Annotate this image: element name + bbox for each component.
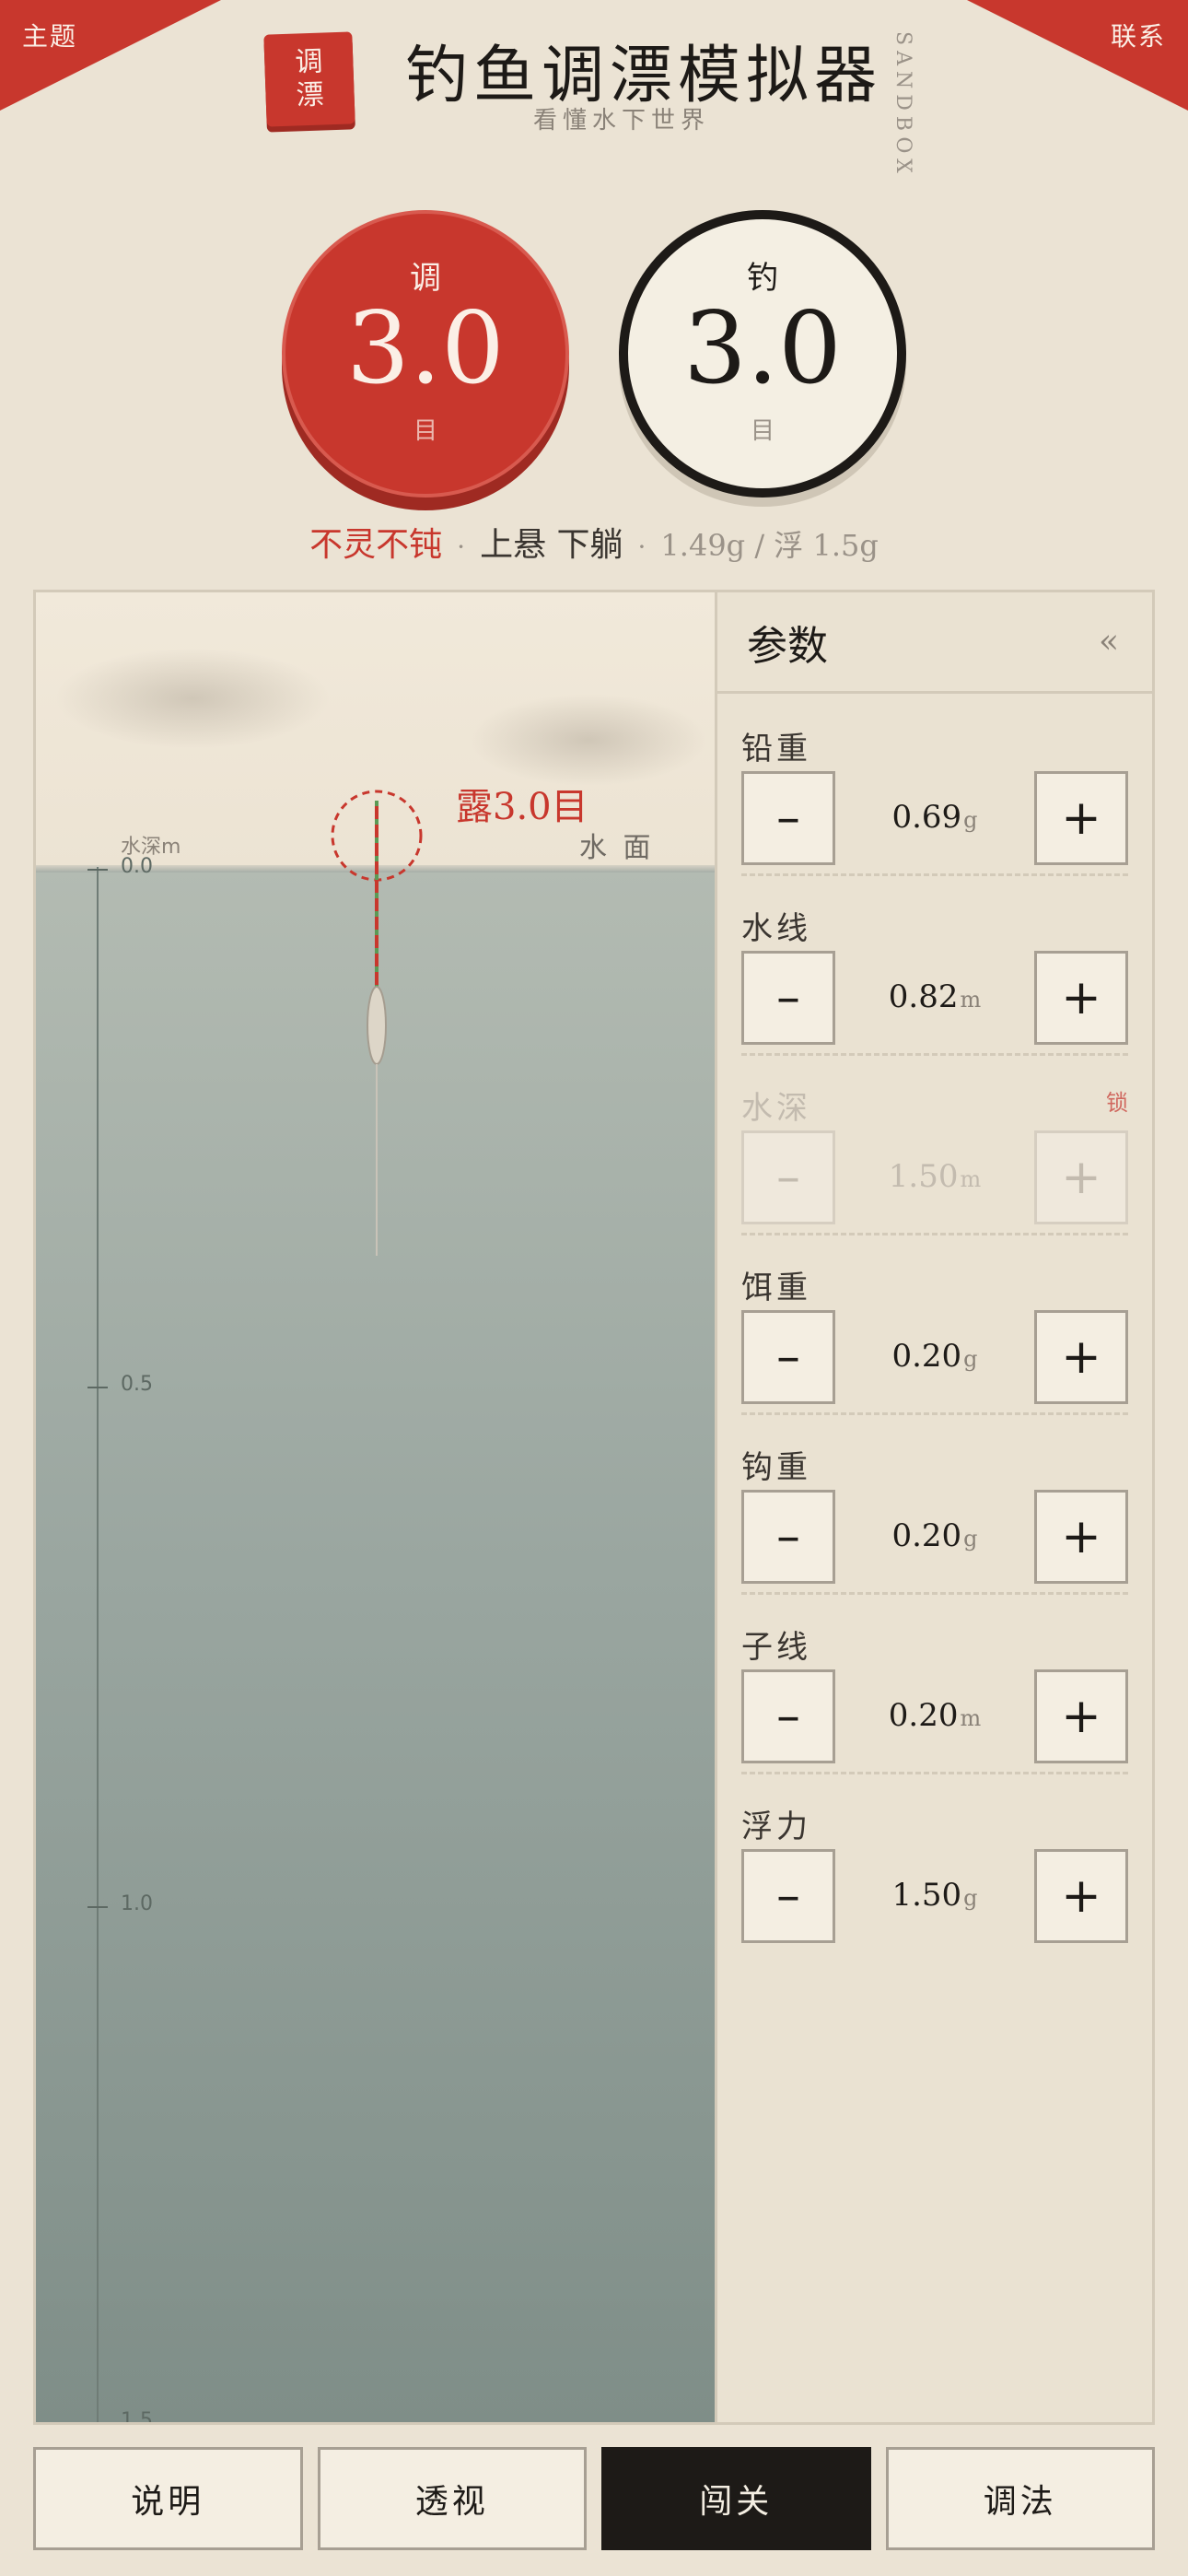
increase-button: + [1034, 1130, 1128, 1224]
param-unit: g [963, 1885, 978, 1911]
param-label: 水深 [741, 1090, 811, 1127]
status-line: 不灵不钝 · 上悬 下躺 · 1.49g / 浮 1.5g [0, 518, 1188, 566]
theme-corner-button[interactable]: 主题 [0, 0, 221, 111]
increase-button[interactable]: + [1034, 1669, 1128, 1763]
increase-button[interactable]: + [1034, 951, 1128, 1045]
seal-char-top: 调 [294, 45, 323, 79]
tune-dial-unit: 目 [413, 417, 437, 445]
param-value: 1.50m [835, 1158, 1034, 1195]
separator-dot: · [457, 532, 466, 562]
float-drawing [331, 790, 423, 1256]
param-label: 水线 [741, 910, 811, 947]
weight-summary: 1.49g / 浮 1.5g [660, 528, 879, 563]
sensitivity-status: 不灵不钝 [309, 526, 443, 564]
contact-label: 联系 [1110, 21, 1166, 52]
increase-button[interactable]: + [1034, 1310, 1128, 1404]
decrease-button[interactable]: – [741, 1849, 835, 1943]
param-value: 0.20m [835, 1697, 1034, 1734]
param-unit: g [963, 807, 978, 833]
param-buoyancy: 浮力 – 1.50g + [741, 1774, 1128, 1954]
main-board: 水深m 0.0 0.5 1.0 1.5 露3.0目 水 面 参数 « 铅重 – … [33, 590, 1155, 2425]
lock-badge[interactable]: 锁 [1106, 1084, 1128, 1117]
params-title: 参数 [747, 622, 828, 670]
fish-dial-value: 3.0 [683, 291, 842, 406]
collapse-panel-icon[interactable]: « [1099, 623, 1119, 661]
decrease-button[interactable]: – [741, 771, 835, 865]
param-number: 1.50 [888, 1158, 959, 1195]
app-subtitle: 看懂水下世界 [532, 107, 710, 135]
params-header: 参数 « [717, 592, 1152, 694]
param-unit: m [960, 987, 982, 1013]
tab-perspective[interactable]: 透视 [317, 2447, 587, 2550]
param-label: 铅重 [741, 731, 811, 767]
water-simulator[interactable]: 水深m 0.0 0.5 1.0 1.5 露3.0目 水 面 [36, 592, 717, 2422]
decrease-button[interactable]: – [741, 951, 835, 1045]
tune-dial-value: 3.0 [346, 291, 505, 406]
param-value: 1.50g [835, 1877, 1034, 1914]
param-leader-line: 子线 – 0.20m + [741, 1594, 1128, 1774]
param-unit: g [963, 1526, 978, 1551]
param-lead-weight: 铅重 – 0.69g + [741, 696, 1128, 876]
tab-tuning-method[interactable]: 调法 [885, 2447, 1155, 2550]
param-value: 0.82m [835, 978, 1034, 1015]
float-body [367, 986, 387, 1065]
param-label: 子线 [741, 1629, 811, 1666]
increase-button[interactable]: + [1034, 1490, 1128, 1584]
param-label: 饵重 [741, 1270, 811, 1306]
bottom-tab-bar: 说明 透视 闯关 调法 [33, 2447, 1155, 2550]
param-number: 0.20 [888, 1697, 959, 1734]
param-value: 0.20g [835, 1338, 1034, 1375]
param-unit: m [960, 1166, 982, 1192]
param-water-depth: 水深 锁 – 1.50m + [741, 1055, 1128, 1235]
param-label: 浮力 [741, 1809, 811, 1845]
param-number: 0.20 [891, 1517, 962, 1554]
fish-dial-unit: 目 [750, 417, 775, 445]
tab-challenge[interactable]: 闯关 [601, 2447, 871, 2550]
fish-dial: 钓 3.0 目 [619, 210, 906, 498]
param-label: 钩重 [741, 1449, 811, 1486]
param-unit: m [960, 1705, 982, 1731]
param-number: 0.82 [888, 978, 959, 1015]
contact-corner-button[interactable]: 联系 [967, 0, 1188, 111]
param-number: 1.50 [891, 1877, 962, 1914]
float-state: 上悬 下躺 [480, 526, 623, 564]
separator-dot: · [637, 532, 646, 562]
param-number: 0.69 [891, 799, 962, 836]
param-value: 0.20g [835, 1517, 1034, 1554]
param-water-line: 水线 – 0.82m + [741, 875, 1128, 1056]
param-value: 0.69g [835, 799, 1034, 836]
sandbox-label: SANDBOX [891, 31, 914, 179]
param-unit: g [963, 1346, 978, 1372]
increase-button[interactable]: + [1034, 771, 1128, 865]
increase-button[interactable]: + [1034, 1849, 1128, 1943]
decrease-button[interactable]: – [741, 1490, 835, 1584]
tune-dial: 调 3.0 目 [282, 210, 569, 498]
param-bait-weight: 饵重 – 0.20g + [741, 1235, 1128, 1415]
theme-label: 主题 [22, 21, 78, 52]
tab-instructions[interactable]: 说明 [33, 2447, 303, 2550]
decrease-button: – [741, 1130, 835, 1224]
params-panel: 参数 « 铅重 – 0.69g + 水线 – 0.82m + 水深 锁 – 1.… [717, 592, 1152, 2422]
param-hook-weight: 钩重 – 0.20g + [741, 1414, 1128, 1595]
decrease-button[interactable]: – [741, 1669, 835, 1763]
param-number: 0.20 [891, 1338, 962, 1375]
decrease-button[interactable]: – [741, 1310, 835, 1404]
